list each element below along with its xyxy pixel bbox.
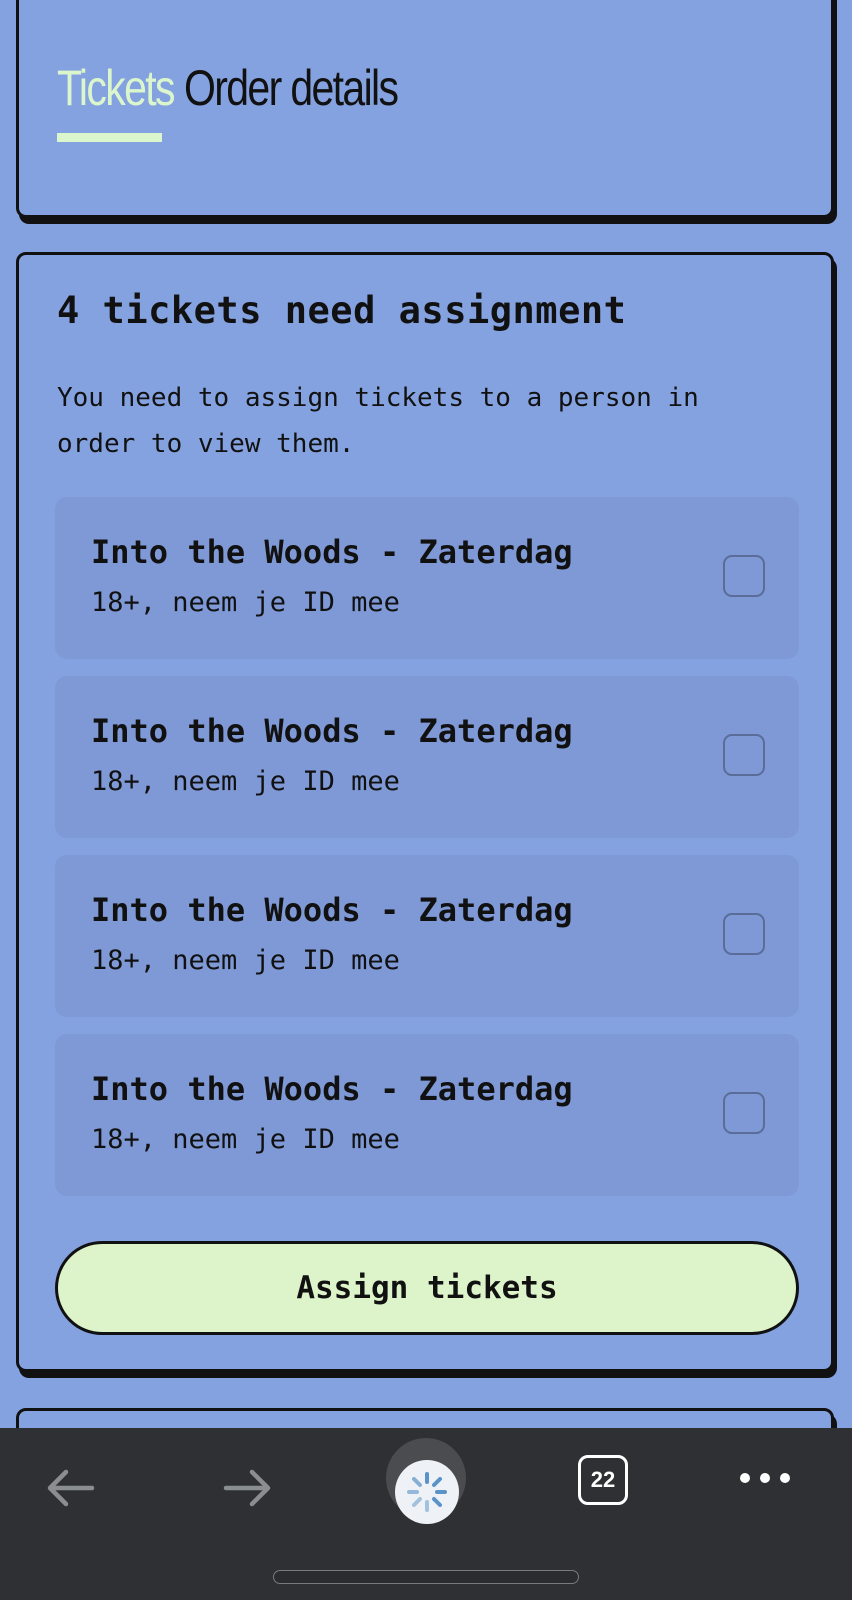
ticket-item[interactable]: Into the Woods - Zaterdag 18+, neem je I… (55, 676, 799, 838)
tab-order-details[interactable]: Order details (184, 63, 399, 113)
ticket-item[interactable]: Into the Woods - Zaterdag 18+, neem je I… (55, 497, 799, 659)
ellipsis-icon[interactable] (735, 1468, 795, 1488)
ticket-subtitle: 18+, neem je ID mee (91, 1124, 400, 1155)
assignment-heading: 4 tickets need assignment (57, 289, 627, 332)
ticket-checkbox[interactable] (723, 1092, 765, 1134)
tabs-card: Tickets Order details (16, 0, 834, 218)
spinner-icon (395, 1460, 459, 1524)
tab-tickets[interactable]: Tickets (57, 63, 175, 113)
ticket-checkbox[interactable] (723, 555, 765, 597)
ticket-item[interactable]: Into the Woods - Zaterdag 18+, neem je I… (55, 855, 799, 1017)
ticket-subtitle: 18+, neem je ID mee (91, 587, 400, 618)
ticket-subtitle: 18+, neem je ID mee (91, 766, 400, 797)
ticket-subtitle: 18+, neem je ID mee (91, 945, 400, 976)
ticket-checkbox[interactable] (723, 734, 765, 776)
active-tab-indicator (57, 133, 162, 142)
tab-count-button[interactable]: 22 (578, 1455, 628, 1505)
assignment-description: You need to assign tickets to a person i… (57, 383, 699, 459)
ticket-title: Into the Woods - Zaterdag (91, 712, 573, 750)
ticket-title: Into the Woods - Zaterdag (91, 533, 573, 571)
ticket-checkbox[interactable] (723, 913, 765, 955)
ticket-title: Into the Woods - Zaterdag (91, 891, 573, 929)
tab-bar: Tickets Order details (57, 63, 444, 113)
browser-toolbar: 22 (0, 1428, 852, 1600)
ticket-item[interactable]: Into the Woods - Zaterdag 18+, neem je I… (55, 1034, 799, 1196)
ticket-title: Into the Woods - Zaterdag (91, 1070, 573, 1108)
arrow-left-icon[interactable] (40, 1458, 100, 1518)
assign-tickets-button[interactable]: Assign tickets (55, 1241, 799, 1335)
assignment-card: 4 tickets need assignment You need to as… (16, 252, 834, 1372)
home-indicator (273, 1570, 579, 1584)
arrow-right-icon[interactable] (218, 1458, 278, 1518)
